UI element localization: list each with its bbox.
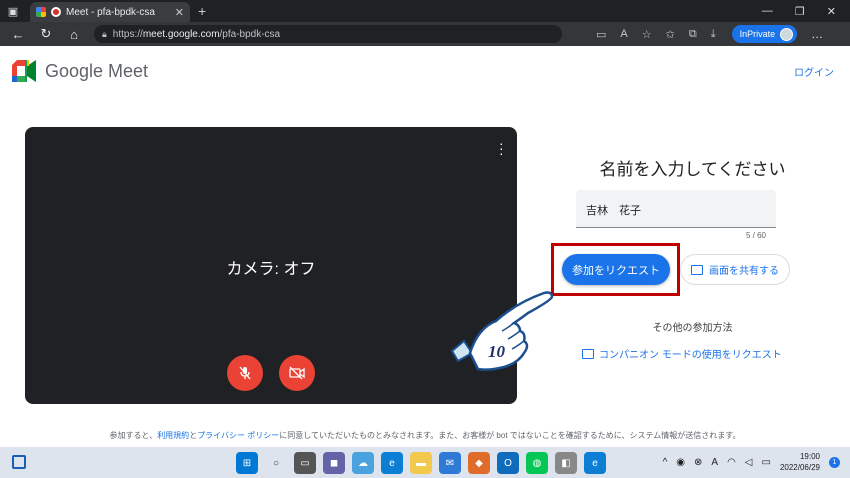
wifi-icon[interactable]: ◠ [727, 457, 736, 468]
app-icon[interactable]: ◧ [555, 452, 577, 474]
back-icon[interactable]: ← [6, 24, 30, 44]
file-explorer-icon[interactable]: ▬ [410, 452, 432, 474]
companion-mode-label: コンパニオン モードの使用をリクエスト [599, 350, 782, 361]
camera-preview: · · · カメラ: オフ [25, 127, 517, 404]
companion-mode-link[interactable]: コンパニオン モードの使用をリクエスト [582, 346, 782, 361]
browser-nav-bar: ← ↻ ⌂ 🔒︎ https://meet.google.com/pfa-bpd… [0, 22, 850, 46]
start-icon[interactable]: ⊞ [236, 452, 258, 474]
notification-badge[interactable]: 1 [829, 456, 840, 468]
adobe-icon[interactable]: A [711, 457, 718, 468]
name-input[interactable]: 吉林 花子 [576, 190, 776, 228]
search-icon[interactable]: ○ [265, 452, 287, 474]
meet-logo-icon [12, 60, 36, 82]
terms-link[interactable]: 利用規約 [157, 431, 189, 440]
favorites-icon[interactable]: ✩ [666, 28, 675, 41]
url-host: meet.google.com [142, 28, 220, 40]
address-bar[interactable]: 🔒︎ https://meet.google.com/pfa-bpdk-csa [94, 25, 562, 43]
companion-device-icon [582, 348, 594, 359]
hand-number-label: 10 [488, 342, 506, 361]
tab-title: Meet - pfa-bpdk-csa [66, 6, 155, 18]
office-icon[interactable]: ◆ [468, 452, 490, 474]
read-aloud-icon[interactable]: A [620, 28, 627, 40]
inprivate-badge[interactable]: InPrivate [731, 25, 798, 43]
teams-chat-icon[interactable]: ◼ [323, 452, 345, 474]
privacy-policy-link[interactable]: プライバシー ポリシー [197, 431, 279, 440]
camera-off-icon [289, 366, 305, 380]
share-screen-label: 画面を共有する [709, 266, 779, 277]
browser-tab-meet[interactable]: Meet - pfa-bpdk-csa ✕ [30, 2, 190, 22]
profile-avatar [780, 27, 794, 41]
collections-icon[interactable]: ⧉ [689, 28, 697, 41]
mic-off-button[interactable] [227, 355, 263, 391]
share-screen-button[interactable]: 画面を共有する [680, 254, 790, 285]
task-view-app-icon[interactable]: ▭ [294, 452, 316, 474]
char-counter: 5 / 60 [745, 231, 766, 240]
edge-inprivate-icon[interactable]: e [584, 452, 606, 474]
mail-icon[interactable]: ✉ [439, 452, 461, 474]
inprivate-label: InPrivate [739, 29, 776, 39]
refresh-icon[interactable]: ↻ [34, 24, 58, 44]
add-favorite-icon[interactable]: ☆ [642, 28, 652, 41]
url-prefix: https:// [112, 28, 143, 40]
edge-icon[interactable]: e [381, 452, 403, 474]
browser-tab-bar: ▣ Meet - pfa-bpdk-csa ✕ + — ❐ ✕ [0, 0, 850, 22]
close-tab-icon[interactable]: ✕ [175, 6, 184, 19]
tray-expand-icon[interactable]: ^ [663, 457, 668, 468]
new-tab-icon[interactable]: + [198, 2, 206, 22]
line-icon[interactable]: ◍ [526, 452, 548, 474]
camera-status-text: カメラ: オフ [226, 261, 316, 278]
tray-close-icon[interactable]: ⊗ [694, 457, 702, 468]
task-view-icon[interactable] [12, 455, 26, 469]
downloads-icon[interactable]: ⤓ [711, 28, 716, 41]
volume-icon[interactable]: ◁ [745, 457, 753, 468]
windows-taskbar: ⊞ ○ ▭ ◼ ☁ e ▬ ✉ ◆ O ◍ ◧ e ^ ◉ ⊗ A ◠ ◁ ▭ … [0, 447, 850, 478]
logo-text: Google Meet [45, 60, 149, 81]
camera-off-button[interactable] [279, 355, 315, 391]
terms-notice: 参加すると、利用規約とプライバシー ポリシーに同意していただいたものとみなされま… [0, 430, 850, 441]
restore-icon[interactable]: ❐ [795, 5, 805, 18]
more-options-icon[interactable]: · · · [499, 136, 504, 160]
login-link[interactable]: ログイン [794, 64, 834, 79]
terms-and-text: と [189, 431, 198, 440]
request-to-join-button[interactable]: 参加をリクエスト [562, 254, 670, 285]
minimize-icon[interactable]: — [762, 5, 773, 17]
other-join-methods-label: その他の参加方法 [652, 323, 733, 334]
camera-permission-icon[interactable]: ▭ [596, 28, 606, 41]
clock-date: 2022/06/29 [779, 463, 820, 472]
join-title: 名前を入力してください [599, 160, 786, 179]
close-window-icon[interactable]: ✕ [827, 5, 836, 18]
present-screen-icon [691, 264, 703, 275]
google-meet-logo[interactable]: Google Meet [12, 60, 148, 82]
home-icon[interactable]: ⌂ [62, 24, 86, 44]
pointing-hand-illustration: 10 [450, 291, 554, 371]
tab-actions-icon[interactable]: ▣ [0, 0, 26, 22]
terms-text-after: に同意していただいたものとみなされます。また、お客様が bot ではないことを確… [279, 431, 741, 440]
clock[interactable]: 19:00 2022/06/29 [780, 451, 820, 473]
url-path: /pfa-bpdk-csa [219, 28, 281, 40]
browser-favicon-icon [36, 7, 46, 17]
tray-app-icon[interactable]: ◉ [676, 457, 685, 468]
weather-icon[interactable]: ☁ [352, 452, 374, 474]
outlook-icon[interactable]: O [497, 452, 519, 474]
lock-icon: 🔒︎ [102, 28, 107, 39]
battery-icon[interactable]: ▭ [762, 457, 771, 468]
mic-off-icon [239, 366, 251, 380]
recording-indicator-icon [51, 7, 61, 17]
clock-time: 19:00 [799, 452, 820, 461]
terms-text-before: 参加すると、 [109, 431, 158, 440]
browser-menu-icon[interactable]: … [811, 27, 823, 41]
